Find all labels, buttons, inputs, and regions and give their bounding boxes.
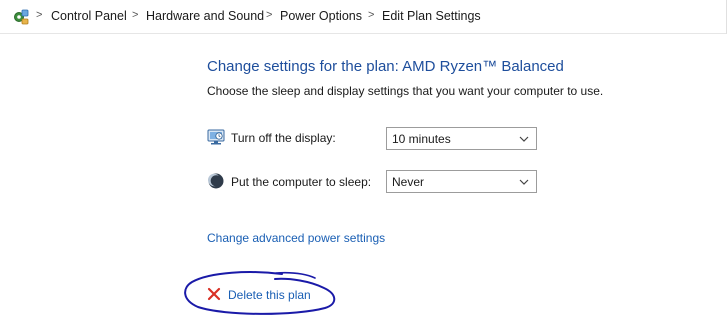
control-panel-icon[interactable] — [12, 8, 30, 26]
breadcrumb-separator: > — [266, 9, 273, 21]
breadcrumb-power-options[interactable]: Power Options — [280, 9, 362, 23]
sleep-select[interactable]: Never — [386, 170, 537, 193]
moon-icon — [207, 172, 225, 190]
advanced-power-settings-link[interactable]: Change advanced power settings — [207, 231, 385, 245]
chevron-down-icon — [519, 179, 529, 185]
breadcrumb-separator: > — [368, 9, 375, 21]
breadcrumb-control-panel[interactable]: Control Panel — [51, 9, 127, 23]
page-subtitle: Choose the sleep and display settings th… — [207, 84, 604, 98]
address-bar[interactable]: > Control Panel > Hardware and Sound > P… — [0, 0, 727, 34]
chevron-down-icon — [519, 136, 529, 142]
sleep-value: Never — [392, 175, 425, 189]
display-icon — [207, 128, 225, 146]
breadcrumb-edit-plan-settings[interactable]: Edit Plan Settings — [382, 9, 481, 23]
display-off-value: 10 minutes — [392, 132, 451, 146]
display-off-select[interactable]: 10 minutes — [386, 127, 537, 150]
display-off-label: Turn off the display: — [231, 131, 336, 145]
breadcrumb-separator: > — [36, 9, 43, 21]
page-title: Change settings for the plan: AMD Ryzen™… — [207, 58, 564, 75]
delete-plan-link[interactable]: Delete this plan — [228, 288, 311, 302]
breadcrumb-hardware-and-sound[interactable]: Hardware and Sound — [146, 9, 264, 23]
delete-x-icon[interactable] — [206, 286, 222, 302]
breadcrumb-separator: > — [132, 9, 139, 21]
sleep-label: Put the computer to sleep: — [231, 175, 372, 189]
